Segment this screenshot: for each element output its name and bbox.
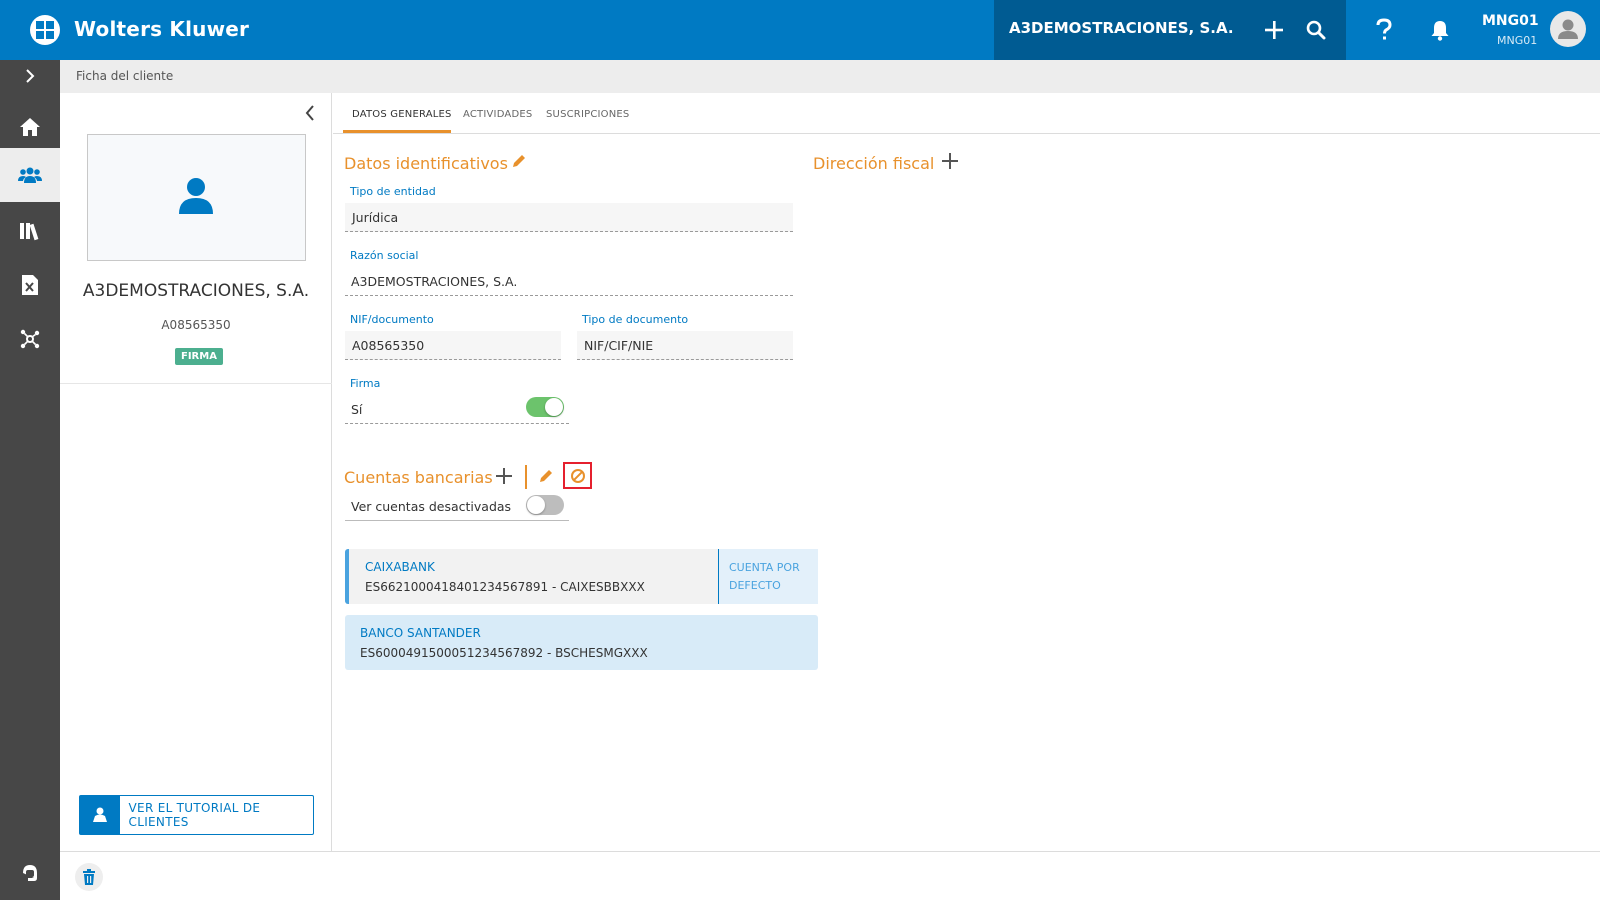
divider (60, 383, 332, 384)
clients-icon[interactable] (0, 148, 60, 202)
collapse-panel-chevron-left-icon[interactable] (300, 103, 320, 123)
firma-label: Firma (350, 377, 381, 390)
client-profile-panel: A3DEMOSTRACIONES, S.A. A08565350 FIRMA V… (60, 93, 332, 851)
status-badge: FIRMA (175, 348, 223, 365)
bank-iban: ES6621000418401234567891 - CAIXESBBXXX (365, 580, 645, 594)
add-cuenta-plus-icon[interactable] (494, 466, 514, 486)
client-name: A3DEMOSTRACIONES, S.A. (82, 281, 310, 301)
bottom-bar (60, 851, 1600, 900)
active-tab-indicator (343, 130, 451, 133)
toolbar-divider (525, 465, 527, 489)
section-title-cuentas: Cuentas bancarias (344, 468, 493, 487)
tab-datos-generales[interactable]: DATOS GENERALES (352, 109, 452, 120)
edit-pencil-icon[interactable] (509, 151, 529, 171)
company-selector[interactable]: A3DEMOSTRACIONES, S.A. (994, 0, 1346, 60)
top-bar: Wolters Kluwer A3DEMOSTRACIONES, S.A. MN… (0, 0, 1600, 60)
user-subtitle: MNG01 (1497, 34, 1538, 47)
nif-label: NIF/documento (350, 313, 434, 326)
chevron-right-icon[interactable] (0, 60, 60, 92)
help-icon[interactable] (1372, 17, 1396, 43)
edit-cuenta-pencil-icon[interactable] (536, 466, 556, 486)
bank-account-card[interactable]: CAIXABANK ES6621000418401234567891 - CAI… (345, 549, 818, 604)
add-direccion-plus-icon[interactable] (940, 151, 960, 171)
tab-bar: DATOS GENERALES ACTIVIDADES SUSCRIPCIONE… (333, 93, 1600, 134)
support-icon[interactable] (0, 846, 60, 900)
deactivate-cuenta-ban-icon[interactable] (563, 462, 592, 489)
breadcrumb: Ficha del cliente (76, 69, 174, 83)
bank-iban: ES6000491500051234567892 - BSCHESMGXXX (360, 646, 648, 660)
tipo-documento-field[interactable]: NIF/CIF/NIE (577, 331, 793, 360)
default-label-line-1: CUENTA POR (729, 561, 800, 574)
breadcrumb-bar: Ficha del cliente (60, 60, 1600, 93)
tab-suscripciones[interactable]: SUSCRIPCIONES (546, 109, 629, 120)
search-icon[interactable] (1304, 18, 1328, 42)
wolters-kluwer-logo-icon[interactable] (30, 15, 60, 45)
user-name: MNG01 (1482, 13, 1539, 29)
firma-toggle[interactable] (526, 397, 564, 417)
ver-desactivadas-toggle[interactable] (526, 495, 564, 515)
razon-social-field[interactable]: A3DEMOSTRACIONES, S.A. (345, 267, 793, 296)
tutorial-icon (80, 796, 120, 834)
left-nav (0, 60, 60, 900)
client-photo[interactable] (87, 134, 306, 261)
default-label-line-2: DEFECTO (729, 579, 781, 592)
nif-field[interactable]: A08565350 (345, 331, 561, 360)
network-icon[interactable] (0, 312, 60, 366)
company-name: A3DEMOSTRACIONES, S.A. (1009, 19, 1234, 37)
tipo-entidad-field[interactable]: Jurídica (345, 203, 793, 232)
tab-actividades[interactable]: ACTIVIDADES (463, 109, 532, 120)
tipo-documento-label: Tipo de documento (582, 313, 689, 326)
razon-social-label: Razón social (350, 249, 419, 262)
default-account-label: CUENTA POR DEFECTO (718, 549, 818, 604)
bank-name: BANCO SANTANDER (360, 626, 481, 640)
section-title-direccion: Dirección fiscal (813, 154, 935, 173)
bank-account-card[interactable]: BANCO SANTANDER ES6000491500051234567892… (345, 615, 818, 670)
excel-file-icon[interactable] (0, 258, 60, 312)
avatar-icon[interactable] (1550, 11, 1586, 47)
user-silhouette-icon (178, 177, 214, 219)
tutorial-button[interactable]: VER EL TUTORIAL DE CLIENTES (79, 795, 314, 835)
client-nif: A08565350 (161, 318, 231, 332)
section-title-datos: Datos identificativos (344, 154, 508, 173)
trash-icon[interactable] (75, 863, 103, 891)
plus-icon[interactable] (1262, 18, 1286, 42)
brand-name: Wolters Kluwer (74, 17, 250, 41)
tutorial-button-label: VER EL TUTORIAL DE CLIENTES (128, 801, 261, 829)
bank-name: CAIXABANK (365, 560, 435, 574)
library-icon[interactable] (0, 204, 60, 258)
bell-icon[interactable] (1428, 17, 1452, 43)
home-icon[interactable] (0, 100, 60, 154)
tipo-entidad-label: Tipo de entidad (350, 185, 436, 198)
